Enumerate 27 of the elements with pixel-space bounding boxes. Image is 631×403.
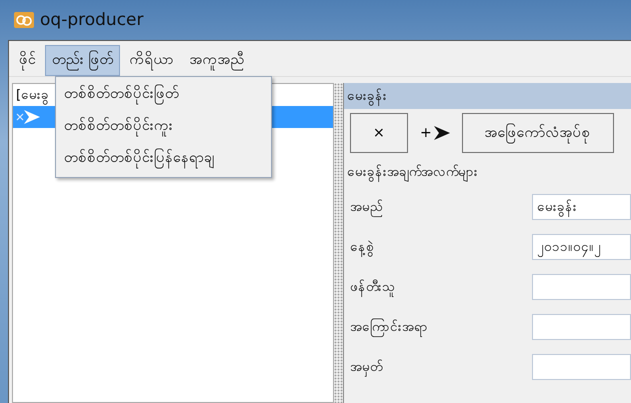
menu-item[interactable]: အကူအညီ [182, 45, 252, 76]
field-label: အကြောင်းအရာ [350, 318, 532, 336]
menu-item[interactable]: ဖိုင် [12, 45, 43, 76]
app-icon [14, 12, 34, 28]
input-field[interactable]: ၂၀၁၁။၀၄။၂ [532, 234, 631, 260]
section-title: မေးခွန်းအချက်အလက်များ [346, 164, 479, 184]
splitter-handle[interactable] [334, 83, 343, 403]
input-field[interactable] [532, 314, 631, 340]
menu-option[interactable]: တစ်စိတ်တစ်ပိုင်းကူး [58, 111, 269, 143]
field-label: အမည် [350, 198, 532, 216]
panel-title: မေးခွန်း [344, 83, 631, 109]
menu-item[interactable]: တည်း ဖြတ် [45, 45, 120, 76]
arrow-icon [24, 110, 40, 124]
field-label: ဖန်တီးသူ [350, 278, 532, 296]
window-title: oq-producer [40, 10, 144, 30]
menu-option[interactable]: တစ်စိတ်တစ်ပိုင်းဖြတ် [58, 79, 269, 111]
field-label: အမှတ် [350, 358, 532, 376]
menu-item[interactable]: ကိရိယာ [122, 45, 180, 76]
field-label: နေ့စွဲ [350, 238, 532, 256]
arrow-icon [434, 126, 450, 140]
input-field[interactable]: မေးခွန်း [532, 194, 631, 220]
input-field[interactable] [532, 354, 631, 380]
menu-option[interactable]: တစ်စိတ်တစ်ပိုင်းပြန်နေရာချ [58, 143, 269, 175]
input-field[interactable] [532, 274, 631, 300]
close-icon [16, 113, 24, 121]
toolbar-button[interactable]: × [350, 113, 408, 153]
toolbar-button[interactable]: အဖြေကော်လံအုပ်စု [462, 113, 614, 153]
